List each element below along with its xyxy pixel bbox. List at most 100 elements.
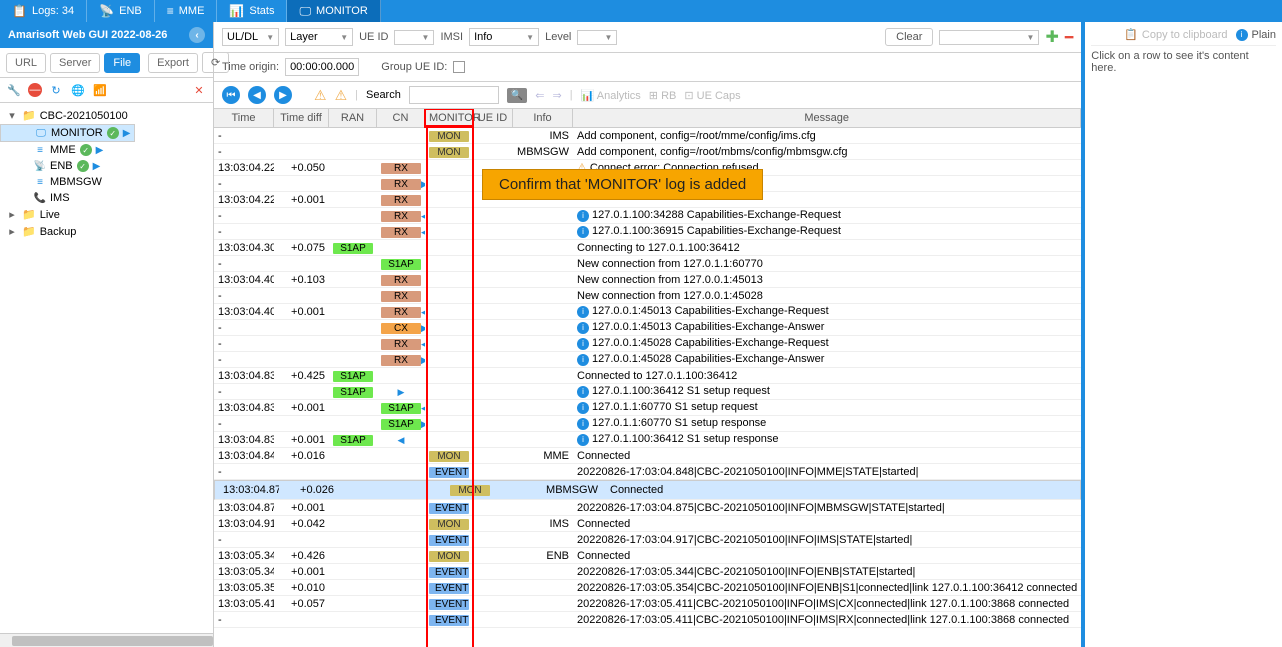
globe-icon[interactable]: 🌐 xyxy=(70,82,86,98)
collapse-icon[interactable]: ‹ xyxy=(189,27,205,43)
tab-mme[interactable]: ≡MME xyxy=(155,0,218,22)
clear-button[interactable]: Clear xyxy=(885,28,933,46)
table-row[interactable]: 13:03:04.832+0.001S1AP◀i127.0.1.100:3641… xyxy=(214,432,1081,448)
tab-logs-34[interactable]: 📋Logs: 34 xyxy=(0,0,87,22)
table-row[interactable]: 13:03:04.830+0.425S1APConnected to 127.0… xyxy=(214,368,1081,384)
tab-enb[interactable]: 📡ENB xyxy=(87,0,155,22)
tree-cbc-2021050100[interactable]: ▾📁CBC-2021050100 xyxy=(0,107,213,124)
log-table: Time Time diff RAN CN MONITOR UE ID Info… xyxy=(214,109,1081,647)
table-row[interactable]: -MONIMSAdd component, config=/root/mme/c… xyxy=(214,128,1081,144)
col-message[interactable]: Message xyxy=(573,109,1081,127)
table-row[interactable]: 13:03:04.404+0.103RXNew connection from … xyxy=(214,272,1081,288)
table-row[interactable]: 13:03:05.343+0.426MONENBConnected xyxy=(214,548,1081,564)
server-button[interactable]: Server xyxy=(50,53,100,73)
tree: ▾📁CBC-2021050100🖵MONITOR ✓ ▶≡MME ✓ ▶📡ENB… xyxy=(0,103,213,244)
filter-row-2: Time origin: 00:00:00.000 Group UE ID: xyxy=(214,53,1081,82)
rb-link: ⊞ RB xyxy=(649,89,677,102)
refresh2-icon[interactable]: ↻ xyxy=(48,82,64,98)
col-info[interactable]: Info xyxy=(513,109,573,127)
left-toolbar: URL Server File Export ⟳ xyxy=(0,48,213,78)
col-cn[interactable]: CN xyxy=(377,109,425,127)
right-panel: 📋 Copy to clipboard i Plain Click on a r… xyxy=(1085,22,1282,647)
tree-mbmsgw[interactable]: ≡MBMSGW xyxy=(0,174,213,190)
time-origin-label: Time origin: xyxy=(222,61,279,73)
h-scrollbar[interactable] xyxy=(0,633,213,647)
table-row[interactable]: -RX◀i127.0.1.100:34288 Capabilities-Exch… xyxy=(214,208,1081,224)
time-origin-field[interactable]: 00:00:00.000 xyxy=(285,58,359,76)
table-row[interactable]: 13:03:04.301+0.075S1APConnecting to 127.… xyxy=(214,240,1081,256)
table-row[interactable]: -RX◀i127.0.0.1:45028 Capabilities-Exchan… xyxy=(214,336,1081,352)
remove-icon[interactable]: ━ xyxy=(1065,29,1073,46)
close-icon[interactable]: ✕ xyxy=(191,82,207,98)
uecaps-link: ⊡ UE Caps xyxy=(684,89,740,102)
table-row[interactable]: 13:03:04.875+0.001EVENT20220826-17:03:04… xyxy=(214,500,1081,516)
search-prev-icon[interactable]: ⇐ xyxy=(535,89,544,102)
add-icon[interactable]: ✚ xyxy=(1045,27,1058,47)
table-row[interactable]: 13:03:04.848+0.016MONMMEConnected xyxy=(214,448,1081,464)
level-label: Level xyxy=(545,31,571,43)
nav-prev-icon[interactable]: ◀ xyxy=(248,86,266,104)
app-title: Amarisoft Web GUI 2022-08-26 xyxy=(8,29,167,41)
stop-icon[interactable]: ― xyxy=(28,83,42,97)
table-row[interactable]: 13:03:05.344+0.001EVENT20220826-17:03:05… xyxy=(214,564,1081,580)
top-tabs: 📋Logs: 34📡ENB≡MME📊Stats🖵MONITOR xyxy=(0,0,1282,22)
info-select[interactable]: Info▼ xyxy=(469,28,539,46)
table-row[interactable]: 13:03:04.917+0.042MONIMSConnected xyxy=(214,516,1081,532)
table-row[interactable]: -EVENT20220826-17:03:05.411|CBC-20210501… xyxy=(214,612,1081,628)
table-row[interactable]: 13:03:04.405+0.001RX◀i127.0.0.1:45013 Ca… xyxy=(214,304,1081,320)
table-row[interactable]: -S1AP▶i127.0.1.1:60770 S1 setup response xyxy=(214,416,1081,432)
table-row[interactable]: 13:03:04.831+0.001S1AP◀i127.0.1.1:60770 … xyxy=(214,400,1081,416)
group-ue-checkbox[interactable] xyxy=(453,61,465,73)
col-time[interactable]: Time xyxy=(214,109,274,127)
table-row[interactable]: 13:03:05.411+0.057EVENT20220826-17:03:05… xyxy=(214,596,1081,612)
tree-backup[interactable]: ▸📁Backup xyxy=(0,223,213,240)
col-tdiff[interactable]: Time diff xyxy=(274,109,329,127)
search-input[interactable] xyxy=(409,86,499,104)
export-button[interactable]: Export xyxy=(148,53,198,73)
col-monitor[interactable]: MONITOR xyxy=(425,109,473,127)
table-row[interactable]: -CX▶i127.0.0.1:45013 Capabilities-Exchan… xyxy=(214,320,1081,336)
table-row[interactable]: -RXNew connection from 127.0.0.1:45028 xyxy=(214,288,1081,304)
tree-live[interactable]: ▸📁Live xyxy=(0,206,213,223)
table-row[interactable]: 13:03:04.874+0.026MONMBMSGWConnected xyxy=(214,480,1081,500)
tree-mme[interactable]: ≡MME ✓ ▶ xyxy=(0,142,213,158)
search-row: ⏮ ◀ ▶ ⚠ ⚠ | Search 🔍 ⇐ ⇒ | 📊 Analytics ⊞… xyxy=(214,82,1081,109)
table-row[interactable]: -RX◀i127.0.1.100:36915 Capabilities-Exch… xyxy=(214,224,1081,240)
nav-first-icon[interactable]: ⏮ xyxy=(222,86,240,104)
imsi-label: IMSI xyxy=(440,31,463,43)
table-row[interactable]: 13:03:05.354+0.010EVENT20220826-17:03:05… xyxy=(214,580,1081,596)
col-ueid[interactable]: UE ID xyxy=(473,109,513,127)
table-row[interactable]: -RX▶i127.0.0.1:45028 Capabilities-Exchan… xyxy=(214,352,1081,368)
uldl-select[interactable]: UL/DL▼ xyxy=(222,28,279,46)
search-label: Search xyxy=(366,89,401,101)
tab-monitor[interactable]: 🖵MONITOR xyxy=(287,0,380,22)
left-icon-row: 🔧 ― ↻ 🌐 📶 ✕ xyxy=(0,78,213,103)
col-ran[interactable]: RAN xyxy=(329,109,377,127)
wrench-icon[interactable]: 🔧 xyxy=(6,82,22,98)
table-row[interactable]: -S1AP▶i127.0.1.100:36412 S1 setup reques… xyxy=(214,384,1081,400)
binoculars-icon[interactable]: 🔍 xyxy=(507,88,527,103)
copy-button: 📋 Copy to clipboard xyxy=(1124,28,1227,41)
ueid-select[interactable]: ▼ xyxy=(394,30,434,45)
layer-select[interactable]: Layer▼ xyxy=(285,28,353,46)
tree-enb[interactable]: 📡ENB ✓ ▶ xyxy=(0,158,213,174)
file-button[interactable]: File xyxy=(104,53,140,73)
tree-ims[interactable]: 📞IMS xyxy=(0,190,213,206)
warning-icon[interactable]: ⚠ xyxy=(314,87,327,104)
search-next-icon[interactable]: ⇒ xyxy=(553,89,562,102)
url-button[interactable]: URL xyxy=(6,53,46,73)
plain-button[interactable]: i Plain xyxy=(1236,29,1276,41)
nav-next-icon[interactable]: ▶ xyxy=(274,86,292,104)
tree-monitor[interactable]: 🖵MONITOR ✓ ▶ xyxy=(0,124,135,142)
table-row[interactable]: -MONMBMSGWAdd component, config=/root/mb… xyxy=(214,144,1081,160)
tab-stats[interactable]: 📊Stats xyxy=(217,0,287,22)
table-row[interactable]: -S1APNew connection from 127.0.1.1:60770 xyxy=(214,256,1081,272)
table-row[interactable]: -EVENT20220826-17:03:04.848|CBC-20210501… xyxy=(214,464,1081,480)
level-select[interactable]: ▼ xyxy=(577,30,617,45)
group-ue-label: Group UE ID: xyxy=(381,61,447,73)
table-row[interactable]: -EVENT20220826-17:03:04.917|CBC-20210501… xyxy=(214,532,1081,548)
warning2-icon[interactable]: ⚠ xyxy=(335,87,348,104)
signal-icon[interactable]: 📶 xyxy=(92,82,108,98)
analytics-link: 📊 Analytics xyxy=(581,89,641,102)
clear-extra-select[interactable]: ▼ xyxy=(939,30,1039,45)
